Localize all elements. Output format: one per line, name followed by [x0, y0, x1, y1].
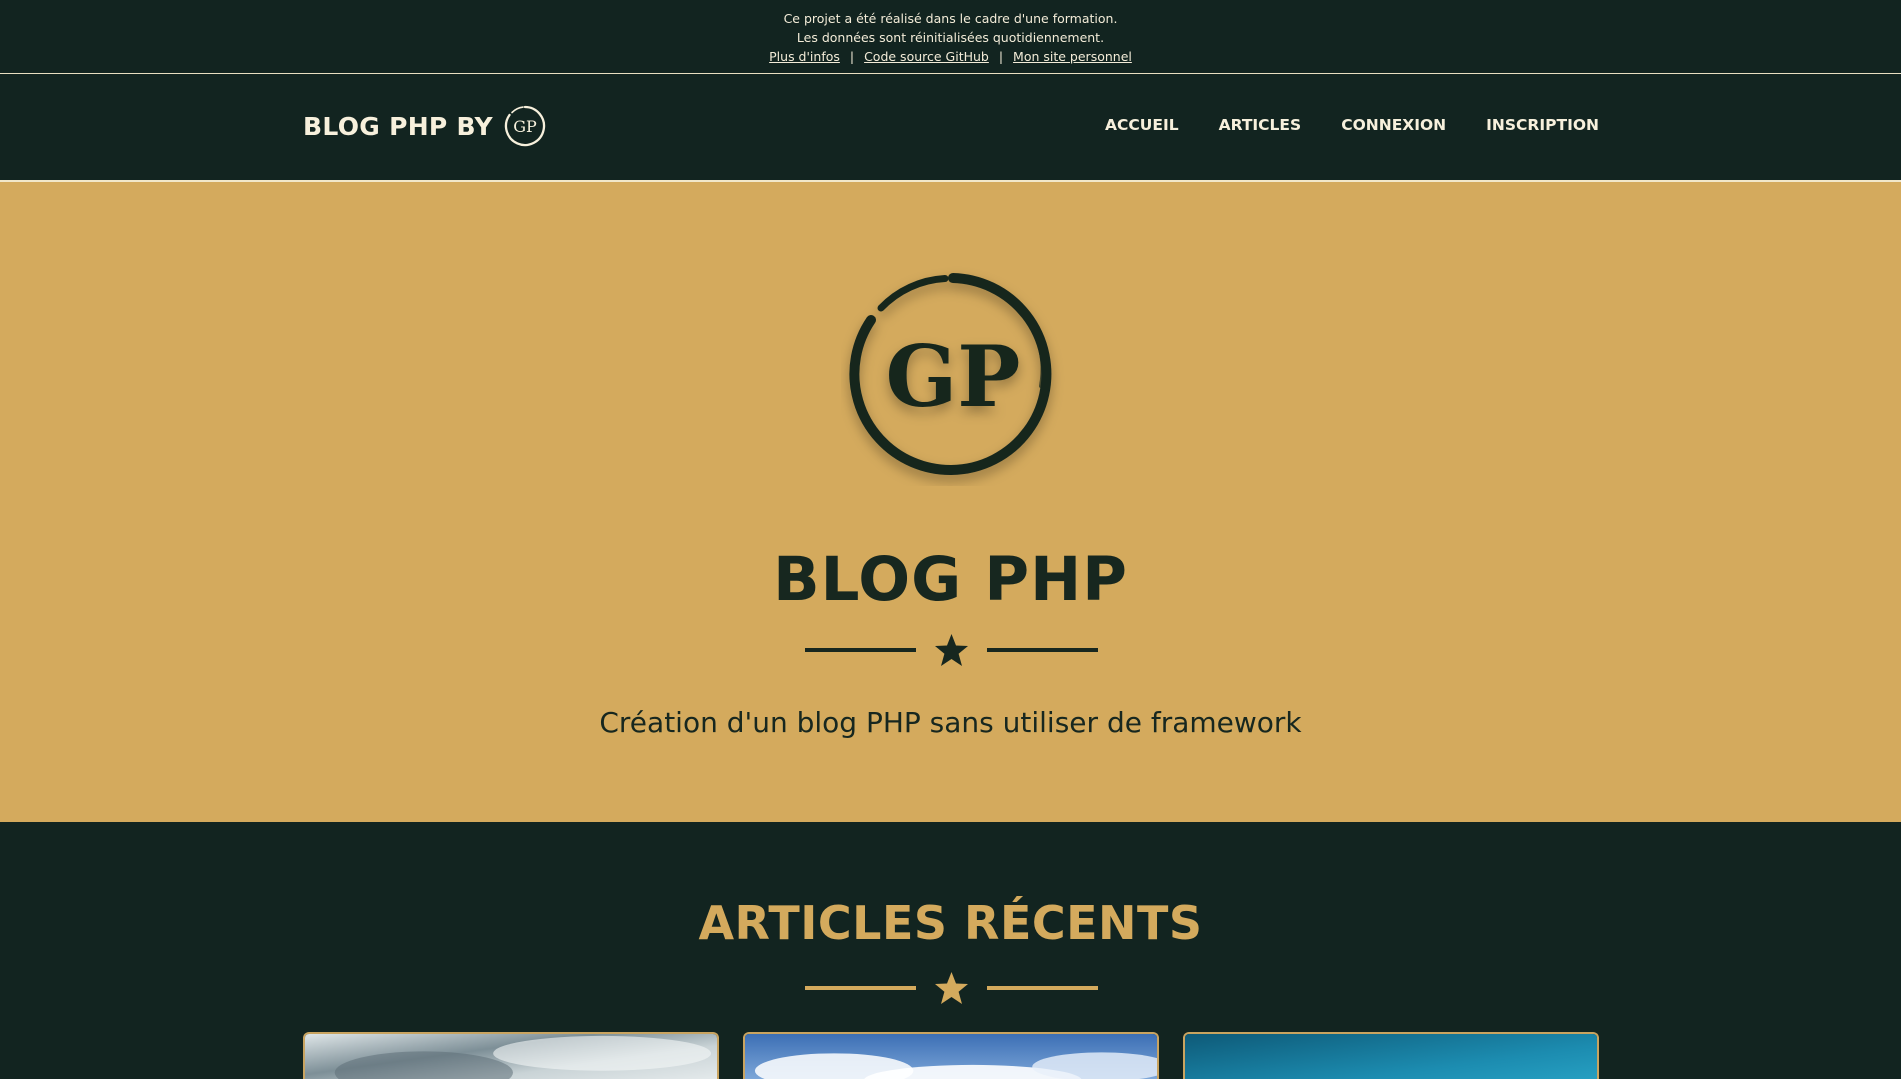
- nav-item-inscription[interactable]: INSCRIPTION: [1486, 116, 1599, 134]
- github-source-link[interactable]: Code source GitHub: [864, 49, 989, 64]
- recent-articles-title: ARTICLES RÉCENTS: [698, 896, 1203, 950]
- hero-title: BLOG PHP: [773, 544, 1128, 615]
- article-card-3[interactable]: [1183, 1032, 1599, 1079]
- recent-articles-section: ARTICLES RÉCENTS: [0, 822, 1901, 1079]
- hero-subtitle: Création d'un blog PHP sans utiliser de …: [599, 706, 1302, 739]
- hero-divider: [805, 634, 1098, 666]
- nav-item-connexion[interactable]: CONNEXION: [1341, 116, 1446, 134]
- notice-line-2: Les données sont réinitialisées quotidie…: [796, 30, 1105, 45]
- brand-home-link[interactable]: BLOG PHP BY GP: [303, 104, 547, 148]
- nav-item-accueil[interactable]: ACCUEIL: [1105, 116, 1179, 134]
- nav-item-articles[interactable]: ARTICLES: [1219, 116, 1302, 134]
- brand-logo-letters: GP: [513, 117, 537, 136]
- separator: |: [849, 49, 855, 64]
- hero-logo-letters: GP: [886, 327, 1021, 426]
- notice-links: Plus d'infos | Code source GitHub | Mon …: [0, 47, 1901, 66]
- article-image-2: [745, 1034, 1157, 1079]
- star-icon: [935, 634, 968, 666]
- recent-divider: [805, 972, 1098, 1004]
- info-notice-bar: Ce projet a été réalisé dans le cadre d'…: [0, 0, 1901, 74]
- article-card-2[interactable]: [743, 1032, 1159, 1079]
- personal-site-link[interactable]: Mon site personnel: [1013, 49, 1132, 64]
- article-image-3: [1185, 1034, 1597, 1079]
- more-info-link[interactable]: Plus d'infos: [769, 49, 840, 64]
- article-image-1: [305, 1034, 717, 1079]
- hero-section: GP BLOG PHP Création d'un blog PHP sans …: [0, 182, 1901, 822]
- separator: |: [998, 49, 1004, 64]
- notice-line-1: Ce projet a été réalisé dans le cadre d'…: [783, 11, 1118, 26]
- article-card-1[interactable]: [303, 1032, 719, 1079]
- nav-menu: ACCUEIL ARTICLES CONNEXION INSCRIPTION: [1065, 116, 1599, 134]
- gp-logo-icon: GP: [504, 105, 546, 147]
- brand-title: BLOG PHP BY: [303, 111, 493, 141]
- gp-emblem-logo: GP: [849, 273, 1052, 475]
- star-icon: [935, 972, 968, 1004]
- main-navbar: BLOG PHP BY GP ACCUEIL ARTICLES CONNEXIO…: [0, 74, 1901, 182]
